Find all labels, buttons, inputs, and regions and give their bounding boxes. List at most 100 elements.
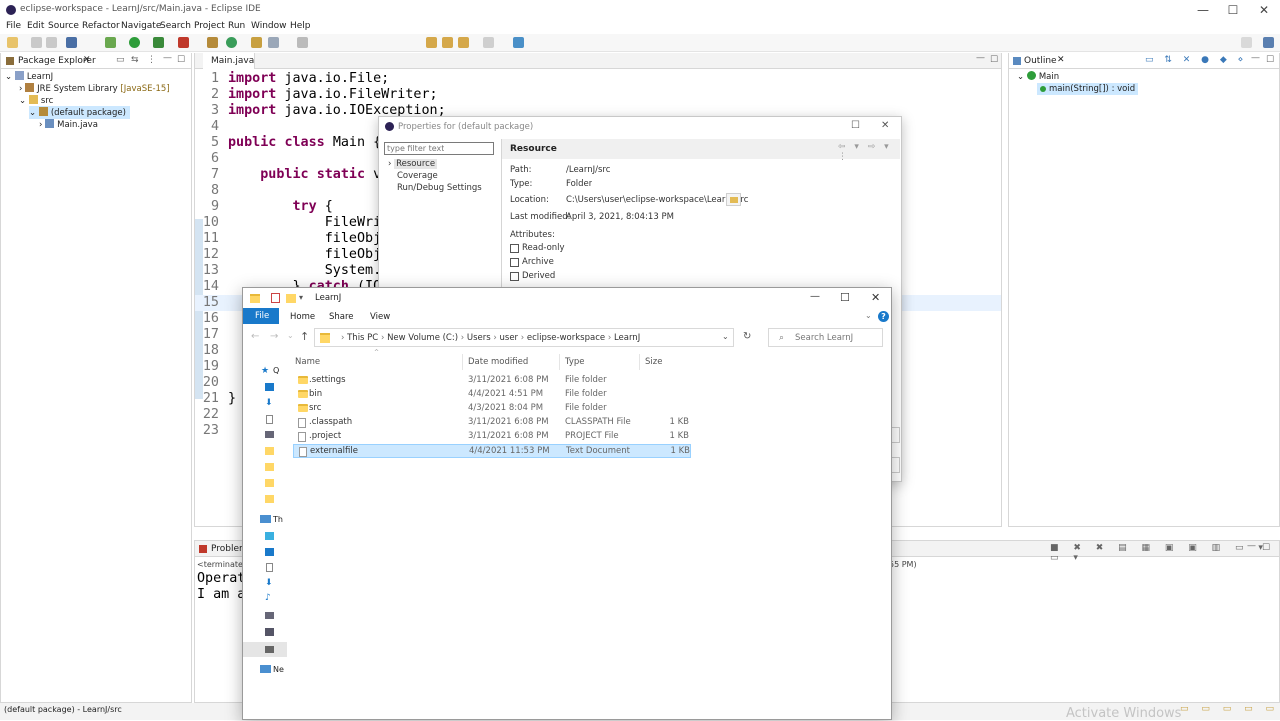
network-label[interactable]: Ne xyxy=(273,665,284,674)
desktop-icon[interactable] xyxy=(265,548,274,556)
file-row[interactable]: externalfile 4/4/2021 11:53 PM Text Docume… xyxy=(293,444,691,458)
file-row[interactable]: bin 4/4/2021 4:51 PM File folder xyxy=(293,388,691,402)
music-icon[interactable]: ♪ xyxy=(265,593,271,603)
maximize-view-icon[interactable]: ☐ xyxy=(177,55,185,65)
downloads-icon[interactable]: ⬇ xyxy=(265,578,273,588)
expand-arrow-icon[interactable]: ⌄ xyxy=(1017,72,1027,82)
menu-file[interactable]: File xyxy=(6,21,21,31)
folder-icon[interactable] xyxy=(265,447,274,455)
explorer-close-button[interactable]: ✕ xyxy=(871,291,880,304)
derived-checkbox[interactable] xyxy=(510,272,519,281)
breadcrumb-separator-icon[interactable]: › xyxy=(458,333,467,343)
collapse-all-icon[interactable]: ▭ xyxy=(116,55,125,65)
expand-arrow-icon[interactable]: ⌄ xyxy=(5,72,15,82)
breadcrumb-item[interactable]: eclipse-workspace xyxy=(527,333,605,343)
file-row[interactable]: src 4/3/2021 8:04 PM File folder xyxy=(293,402,691,416)
tree-item-default-package[interactable]: ⌄ (default package) xyxy=(29,106,130,119)
videos-icon[interactable] xyxy=(265,628,274,636)
ribbon-tab-file[interactable]: File xyxy=(243,308,279,324)
documents-icon[interactable] xyxy=(266,415,273,424)
recent-locations-icon[interactable]: ⌄ xyxy=(287,331,294,340)
close-button[interactable]: ✕ xyxy=(1257,3,1271,17)
tree-item-main-java[interactable]: › Main.java xyxy=(39,119,98,130)
java-perspective-icon[interactable] xyxy=(1263,37,1274,48)
explorer-minimize-button[interactable]: — xyxy=(810,291,820,302)
readonly-checkbox[interactable] xyxy=(510,244,519,253)
file-row[interactable]: .project 3/11/2021 6:08 PM PROJECT File 1 K… xyxy=(293,430,691,444)
pin-editor-icon[interactable] xyxy=(513,37,524,48)
expand-arrow-icon[interactable]: ⌄ xyxy=(29,108,39,118)
breadcrumb-separator-icon[interactable]: › xyxy=(378,333,387,343)
network-icon[interactable] xyxy=(260,665,271,673)
documents-icon[interactable] xyxy=(266,563,273,572)
downloads-icon[interactable]: ⬇ xyxy=(265,398,273,408)
external-tools-icon[interactable] xyxy=(178,37,189,48)
ribbon-tab-view[interactable]: View xyxy=(370,312,390,322)
maximize-view-icon[interactable]: ☐ xyxy=(1266,55,1274,65)
open-type-icon[interactable] xyxy=(251,37,262,48)
forward-icon[interactable] xyxy=(442,37,453,48)
column-header-name[interactable]: Name xyxy=(295,357,320,367)
forward-arrow-icon[interactable]: → xyxy=(270,331,278,342)
close-tab-icon[interactable]: ✕ xyxy=(83,55,91,65)
file-row[interactable]: .settings 3/11/2021 6:08 PM File folder xyxy=(293,374,691,388)
prev-edit-icon[interactable] xyxy=(458,37,469,48)
customize-qat-icon[interactable]: ▾ xyxy=(299,293,303,302)
maximize-view-icon[interactable]: ☐ xyxy=(1262,543,1270,553)
menu-edit[interactable]: Edit xyxy=(27,21,44,31)
open-location-button[interactable] xyxy=(726,193,741,206)
new-class-icon[interactable] xyxy=(226,37,237,48)
properties-title-bar[interactable]: Properties for (default package) ☐ ✕ xyxy=(379,117,901,137)
history-nav-icons[interactable]: ⇦ ▾ ⇨ ▾ ⋮ xyxy=(838,142,900,162)
3d-objects-icon[interactable] xyxy=(265,532,274,540)
maximize-button[interactable]: ☐ xyxy=(1226,3,1240,17)
folder-icon[interactable] xyxy=(265,463,274,471)
column-header-size[interactable]: Size xyxy=(645,357,662,367)
terminal-icon[interactable] xyxy=(66,37,77,48)
next-edit-icon[interactable] xyxy=(483,37,494,48)
search-box[interactable]: ⌕ Search LearnJ xyxy=(768,328,883,347)
view-menu-icon[interactable]: ⋮ xyxy=(147,55,156,65)
folder-icon[interactable] xyxy=(265,479,274,487)
explorer-title-bar[interactable]: ▾ LearnJ — ☐ ✕ xyxy=(243,288,891,310)
expand-ribbon-icon[interactable]: ⌄ xyxy=(865,311,872,320)
up-arrow-icon[interactable]: ↑ xyxy=(300,330,309,343)
quick-access-label[interactable]: Q xyxy=(273,366,279,375)
folder-icon[interactable] xyxy=(265,495,274,503)
save-icon[interactable] xyxy=(31,37,42,48)
search-toolbar-icon[interactable] xyxy=(268,37,279,48)
save-all-icon[interactable] xyxy=(46,37,57,48)
package-explorer-tab[interactable]: Package Explorer ✕ ▭ ⇆ ⋮ — ☐ xyxy=(1,53,191,69)
tree-item-jre[interactable]: › JRE System Library [JavaSE-15] xyxy=(19,83,170,94)
coverage-icon[interactable] xyxy=(153,37,164,48)
run-icon[interactable] xyxy=(129,37,140,48)
back-icon[interactable] xyxy=(426,37,437,48)
maximize-editor-icon[interactable]: ☐ xyxy=(990,55,998,65)
pictures-icon[interactable] xyxy=(265,431,274,438)
minimize-view-icon[interactable]: — xyxy=(1251,53,1260,63)
address-bar[interactable]: › This PC › New Volume (C:) › Users › us… xyxy=(314,328,734,347)
nav-item-resource[interactable]: › Resource xyxy=(388,159,438,169)
new-folder-quick-icon[interactable] xyxy=(286,294,296,303)
address-dropdown-icon[interactable]: ⌄ xyxy=(722,332,729,341)
menu-run[interactable]: Run xyxy=(228,21,245,31)
menu-search[interactable]: Search xyxy=(160,21,191,31)
tree-item-project[interactable]: ⌄ LearnJ xyxy=(5,71,53,82)
minimize-button[interactable]: — xyxy=(1196,3,1210,17)
menu-window[interactable]: Window xyxy=(251,21,287,31)
desktop-icon[interactable] xyxy=(265,383,274,391)
help-icon[interactable]: ? xyxy=(878,311,889,322)
outline-tab[interactable]: Outline ✕ ▭ ⇅ ✕ ● ◆ ⋄ — ☐ xyxy=(1009,53,1279,69)
code-line[interactable]: 2 import java.io.FileWriter; xyxy=(195,87,1001,103)
menu-refactor[interactable]: Refactor xyxy=(82,21,120,31)
console-toolbar-icons[interactable]: ■ ✖ ✖ ▤ ▦ ▣ ▣ ▥ ▭ ▾ ▭ ▾ xyxy=(1050,543,1279,563)
properties-quick-icon[interactable] xyxy=(271,293,280,303)
menu-navigate[interactable]: Navigate xyxy=(121,21,161,31)
explorer-maximize-button[interactable]: ☐ xyxy=(840,291,850,304)
new-java-project-icon[interactable] xyxy=(207,37,218,48)
code-line[interactable]: 1 import java.io.File; xyxy=(195,71,1001,87)
this-pc-icon[interactable] xyxy=(260,515,271,523)
outline-class-item[interactable]: ⌄ Main xyxy=(1017,71,1059,82)
back-arrow-icon[interactable]: ← xyxy=(251,331,259,342)
breadcrumb-item[interactable]: user xyxy=(500,333,519,343)
